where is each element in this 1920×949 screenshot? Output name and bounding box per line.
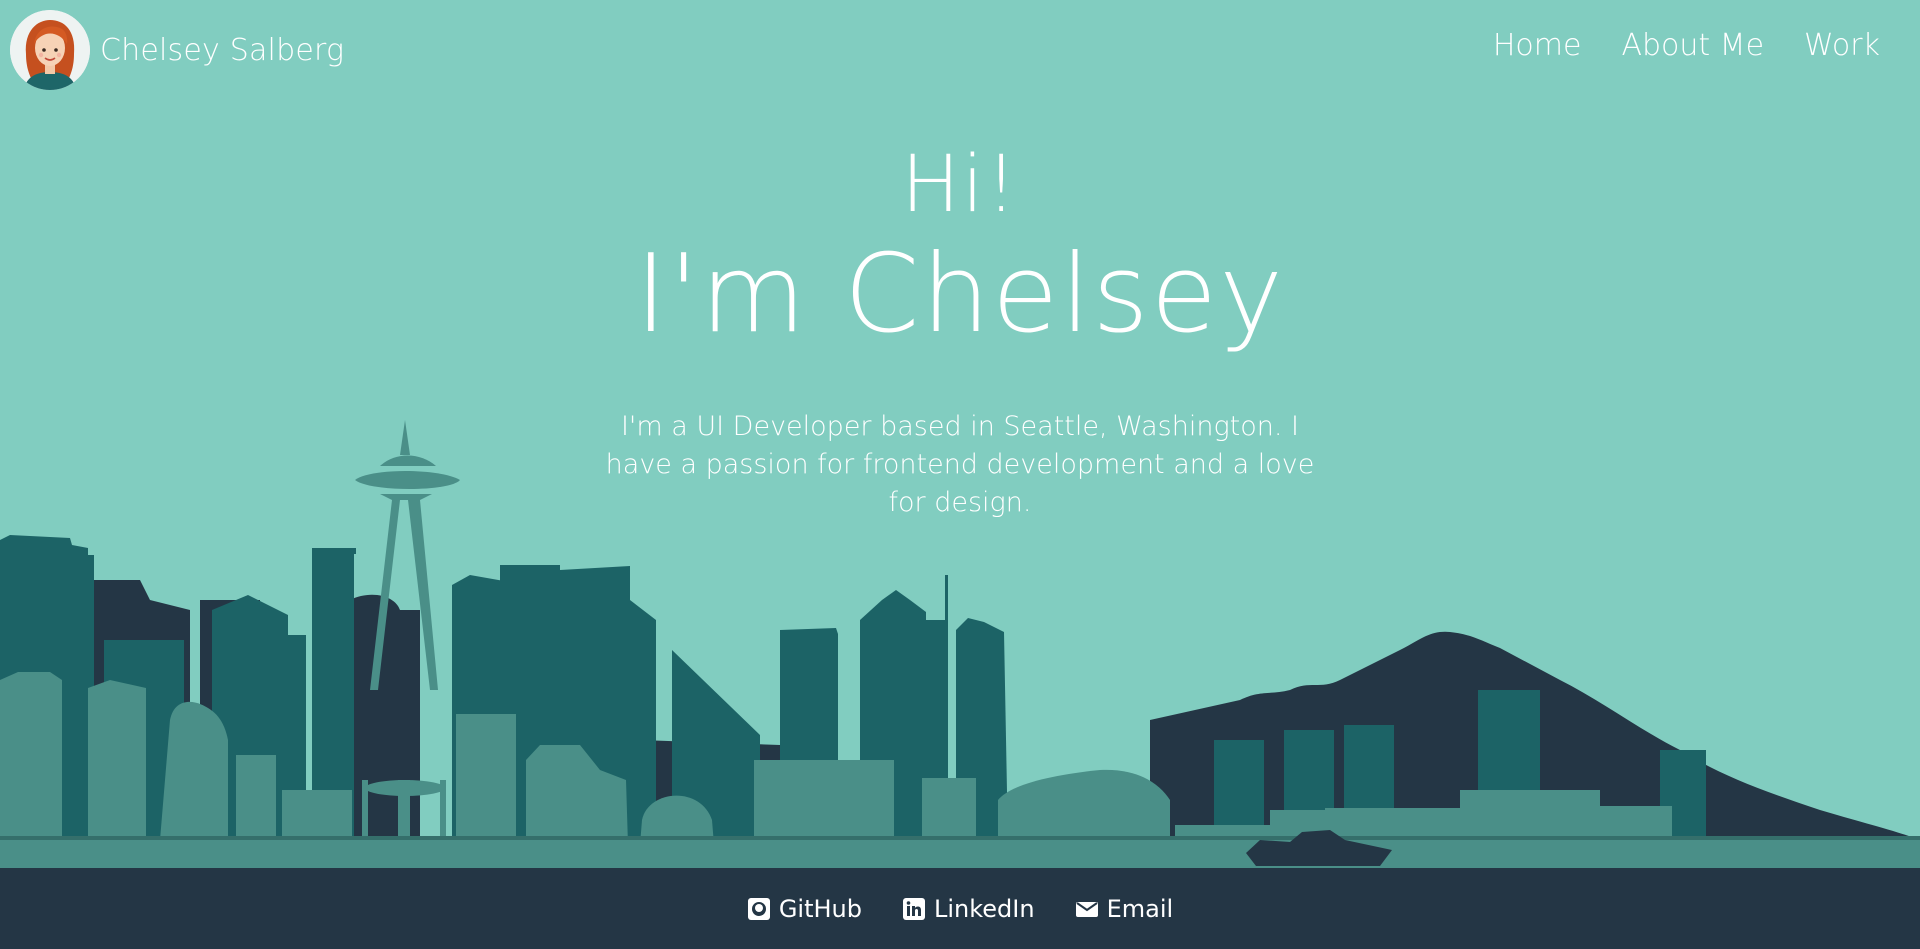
brand[interactable]: Chelsey Salberg: [10, 10, 344, 90]
github-icon: [747, 897, 770, 920]
nav-about-me[interactable]: About Me: [1621, 28, 1764, 63]
email-label: Email: [1106, 894, 1174, 923]
site-footer: GitHub LinkedIn Email: [0, 868, 1920, 949]
hero-name: I'm Chelsey: [634, 232, 1285, 357]
linkedin-label: LinkedIn: [933, 894, 1035, 923]
seattle-skyline-illustration: [0, 420, 1920, 870]
github-label: GitHub: [778, 894, 862, 923]
linkedin-link[interactable]: LinkedIn: [902, 895, 1035, 923]
email-link[interactable]: Email: [1075, 894, 1174, 923]
site-header: Chelsey Salberg Home About Me Work: [0, 0, 1920, 100]
nav-work[interactable]: Work: [1804, 28, 1880, 63]
main-nav: Home About Me Work: [1493, 28, 1880, 63]
nav-home[interactable]: Home: [1493, 28, 1582, 63]
github-link[interactable]: GitHub: [747, 895, 862, 923]
avatar: [10, 10, 90, 90]
envelope-icon: [1075, 901, 1098, 917]
brand-name: Chelsey Salberg: [100, 32, 345, 68]
hero-greeting: Hi!: [901, 140, 1019, 230]
page: Chelsey Salberg Home About Me Work Hi! I…: [0, 0, 1920, 949]
linkedin-icon: [902, 897, 925, 920]
